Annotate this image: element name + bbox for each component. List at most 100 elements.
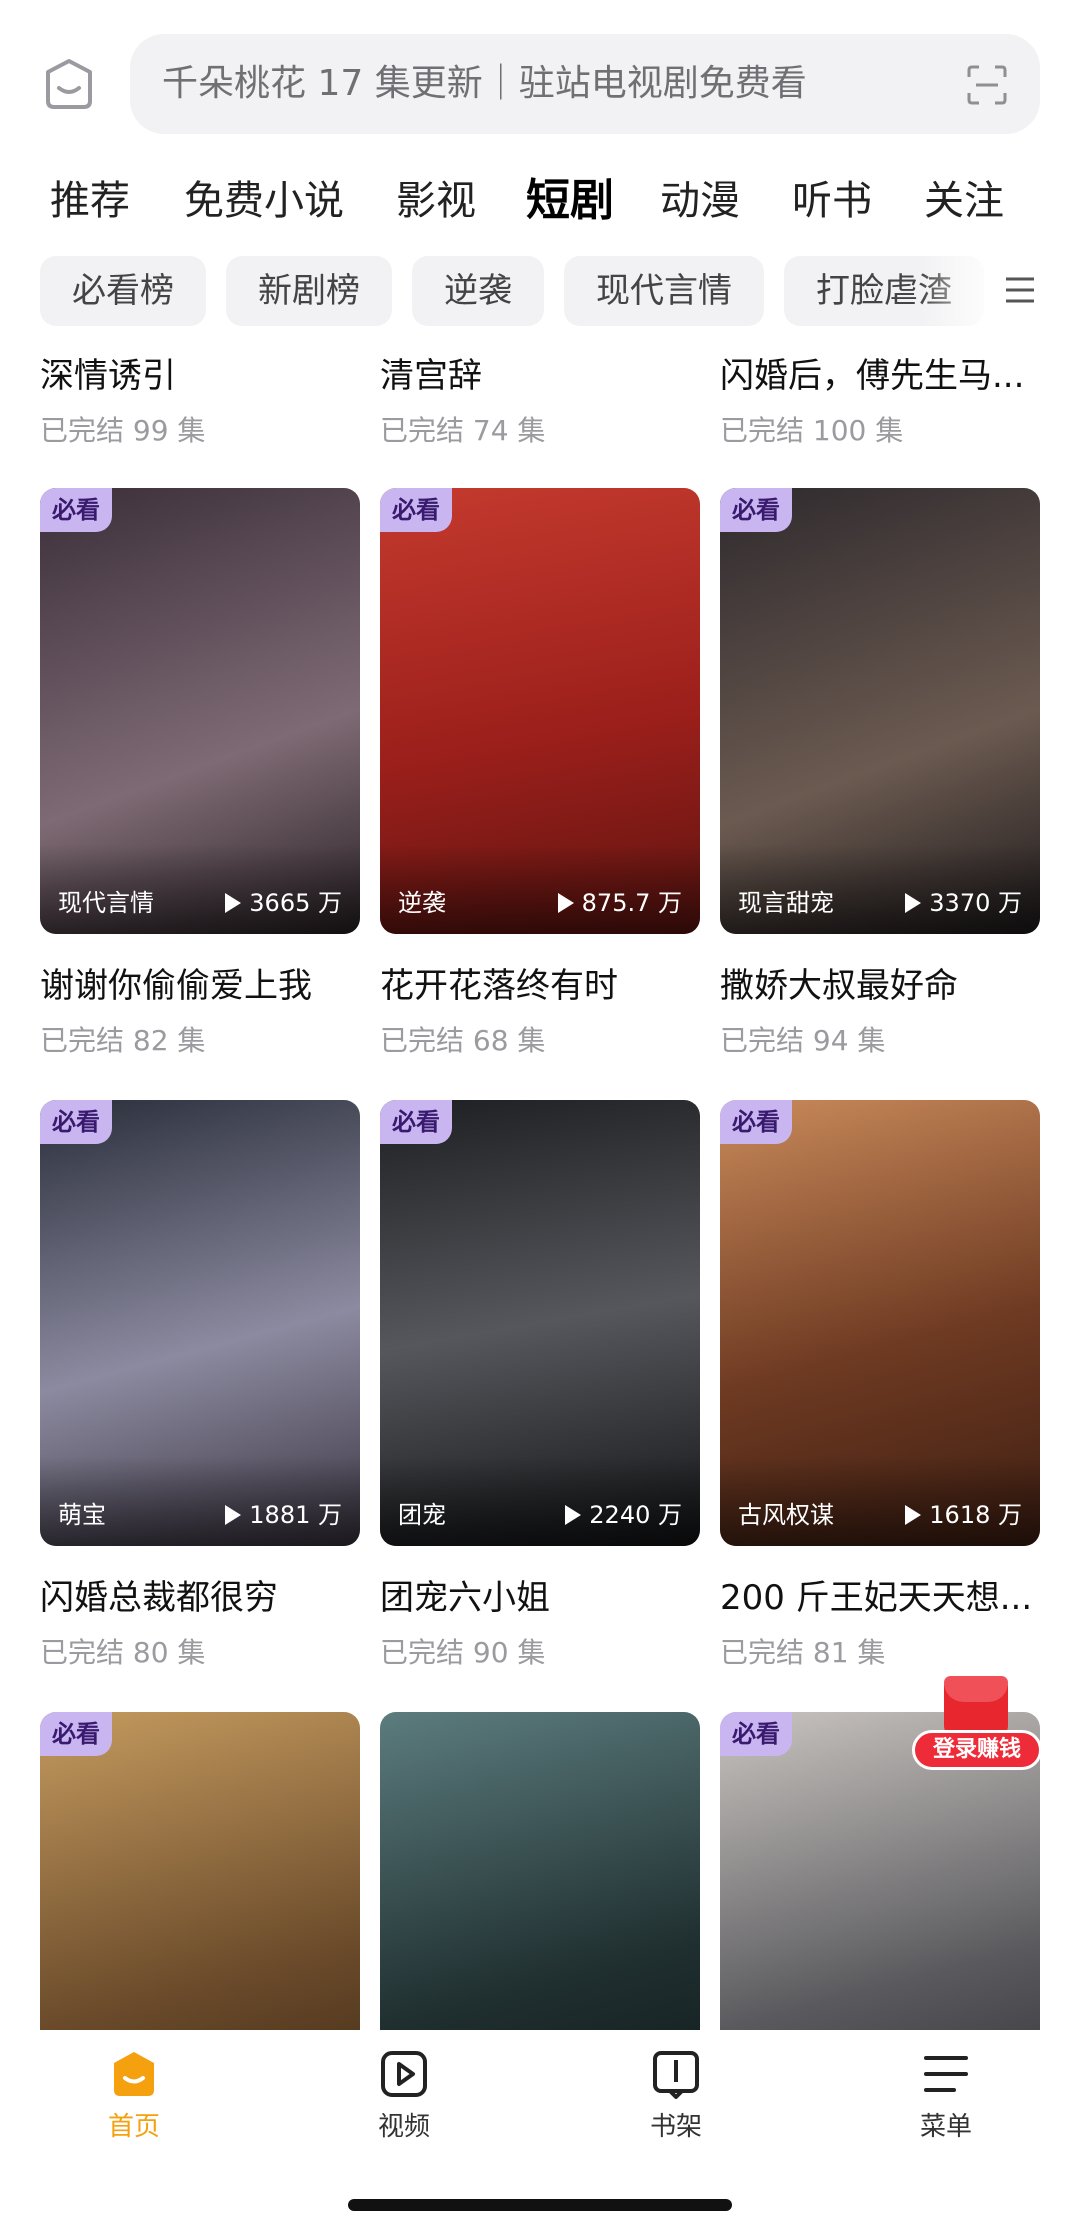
filter-chips: 必看榜 新剧榜 逆袭 现代言情 打脸虐渣 (0, 256, 1080, 326)
tab-film-tv[interactable]: 影视 (396, 168, 476, 226)
red-envelope-icon (944, 1676, 1008, 1736)
card-title: 谢谢你偷偷爱上我 (40, 966, 312, 1006)
play-count-value: 875.7 万 (581, 889, 682, 917)
card-meta: 已完结 94 集 (720, 1024, 886, 1057)
drama-card[interactable]: 必看 现代言情 3665 万 谢谢你偷偷爱上我 已完结 82 集 (40, 488, 360, 1059)
must-watch-badge: 必看 (720, 1712, 792, 1756)
drama-poster[interactable]: 必看 逆袭 875.7 万 (380, 488, 700, 934)
card-meta: 已完结 100 集 (720, 414, 904, 447)
login-earn-label: 登录赚钱 (912, 1730, 1042, 1770)
play-count: 2240 万 (565, 1495, 682, 1530)
login-earn-badge[interactable]: 登录赚钱 (912, 1676, 1042, 1786)
drama-card[interactable]: 必看 团宠 2240 万 团宠六小姐 已完结 90 集 (380, 1100, 700, 1671)
chip-new-drama[interactable]: 新剧榜 (226, 256, 392, 326)
genre-label: 现言甜宠 (738, 889, 834, 917)
drama-card[interactable]: 必看 现言甜宠 3370 万 撒娇大叔最好命 已完结 94 集 (720, 488, 1040, 1059)
tab-follow[interactable]: 关注 (924, 168, 1004, 226)
tab-short-drama[interactable]: 短剧 (526, 164, 614, 228)
home-indicator[interactable] (348, 2199, 732, 2211)
nav-bookshelf-label: 书架 (649, 2112, 702, 2142)
must-watch-badge: 必看 (720, 1100, 792, 1144)
app-logo-icon[interactable] (42, 57, 96, 111)
drama-poster[interactable]: 必看 古风权谋 1618 万 (720, 1100, 1040, 1546)
must-watch-badge: 必看 (40, 488, 112, 532)
card-meta: 已完结 74 集 (380, 414, 546, 447)
play-count: 3370 万 (905, 883, 1022, 918)
play-icon (905, 893, 922, 913)
poster-image (40, 1712, 360, 2030)
search-placeholder: 千朵桃花 17 集更新｜驻站电视剧免费看 (162, 63, 807, 104)
play-count: 875.7 万 (557, 883, 682, 918)
card-meta: 已完结 68 集 (380, 1024, 546, 1057)
nav-video[interactable]: 视频 (334, 2048, 474, 2143)
play-count-value: 3370 万 (929, 889, 1022, 917)
play-icon (905, 1505, 922, 1525)
chips-fade (920, 256, 1000, 326)
drama-poster[interactable]: 必看 (40, 1712, 360, 2030)
card-title: 团宠六小姐 (380, 1578, 550, 1618)
drama-poster[interactable]: 必看 萌宝 1881 万 (40, 1100, 360, 1546)
card-title: 撒娇大叔最好命 (720, 966, 958, 1006)
card-meta: 已完结 90 集 (380, 1636, 546, 1669)
list-item[interactable]: 清宫辞 已完结 74 集 (380, 348, 700, 449)
card-title: 闪婚总裁都很穷 (40, 1578, 278, 1618)
drama-poster[interactable]: 必看 现言甜宠 3370 万 (720, 488, 1040, 934)
genre-label: 古风权谋 (738, 1501, 834, 1529)
chip-modern-romance[interactable]: 现代言情 (564, 256, 764, 326)
drama-card[interactable]: 必看 古风权谋 1618 万 200 斤王妃天天想... 已完结 81 集 (720, 1100, 1040, 1671)
nav-menu-label: 菜单 (919, 2112, 972, 2142)
play-count-value: 1618 万 (929, 1501, 1022, 1529)
card-title: 花开花落终有时 (380, 966, 618, 1006)
scan-icon[interactable] (966, 64, 1008, 106)
nav-home[interactable]: 首页 (64, 2048, 204, 2143)
nav-video-label: 视频 (377, 2112, 430, 2142)
must-watch-badge: 必看 (380, 1100, 452, 1144)
nav-bookshelf[interactable]: 书架 (606, 2048, 746, 2143)
tab-recommend[interactable]: 推荐 (50, 168, 130, 226)
drama-poster[interactable]: 必看 团宠 2240 万 (380, 1100, 700, 1546)
video-icon (381, 2051, 427, 2097)
play-icon (565, 1505, 582, 1525)
play-count: 1618 万 (905, 1495, 1022, 1530)
drama-poster[interactable] (380, 1712, 700, 2030)
drama-card[interactable]: 必看 萌宝 1881 万 闪婚总裁都很穷 已完结 80 集 (40, 1100, 360, 1671)
play-count-value: 2240 万 (589, 1501, 682, 1529)
play-icon (225, 1505, 242, 1525)
chip-must-watch[interactable]: 必看榜 (40, 256, 206, 326)
play-count-value: 3665 万 (249, 889, 342, 917)
card-title: 闪婚后，傅先生马... (720, 356, 1025, 396)
drama-card[interactable]: 必看 逆袭 875.7 万 花开花落终有时 已完结 68 集 (380, 488, 700, 1059)
list-item[interactable]: 闪婚后，傅先生马... 已完结 100 集 (720, 348, 1040, 449)
tab-anime[interactable]: 动漫 (660, 168, 740, 226)
card-meta: 已完结 99 集 (40, 414, 206, 447)
menu-icon (924, 2056, 968, 2092)
tab-free-novel[interactable]: 免费小说 (184, 168, 344, 226)
genre-label: 萌宝 (58, 1501, 106, 1529)
drama-poster[interactable]: 必看 现代言情 3665 万 (40, 488, 360, 934)
play-count-value: 1881 万 (249, 1501, 342, 1529)
card-meta: 已完结 82 集 (40, 1024, 206, 1057)
drama-card[interactable] (380, 1712, 700, 2030)
play-icon (225, 893, 242, 913)
tab-audiobook[interactable]: 听书 (792, 168, 872, 226)
genre-label: 团宠 (398, 1501, 446, 1529)
card-title: 200 斤王妃天天想... (720, 1578, 1033, 1618)
must-watch-badge: 必看 (720, 488, 792, 532)
list-item[interactable]: 深情诱引 已完结 99 集 (40, 348, 360, 449)
must-watch-badge: 必看 (40, 1712, 112, 1756)
header: 千朵桃花 17 集更新｜驻站电视剧免费看 (0, 0, 1080, 150)
poster-image (380, 1712, 700, 2030)
card-meta: 已完结 80 集 (40, 1636, 206, 1669)
list-icon[interactable] (1002, 272, 1038, 308)
genre-label: 现代言情 (58, 889, 154, 917)
nav-menu[interactable]: 菜单 (876, 2048, 1016, 2143)
card-title: 深情诱引 (40, 356, 176, 396)
category-tabs: 推荐 免费小说 影视 短剧 动漫 听书 关注 (0, 150, 1080, 242)
bottom-nav: 首页 视频 书架 菜单 (0, 2030, 1080, 2227)
search-bar[interactable]: 千朵桃花 17 集更新｜驻站电视剧免费看 (130, 34, 1040, 134)
must-watch-badge: 必看 (380, 488, 452, 532)
drama-card[interactable]: 必看 (40, 1712, 360, 2030)
nav-home-label: 首页 (107, 2112, 160, 2142)
chip-comeback[interactable]: 逆袭 (412, 256, 544, 326)
play-icon (557, 893, 574, 913)
